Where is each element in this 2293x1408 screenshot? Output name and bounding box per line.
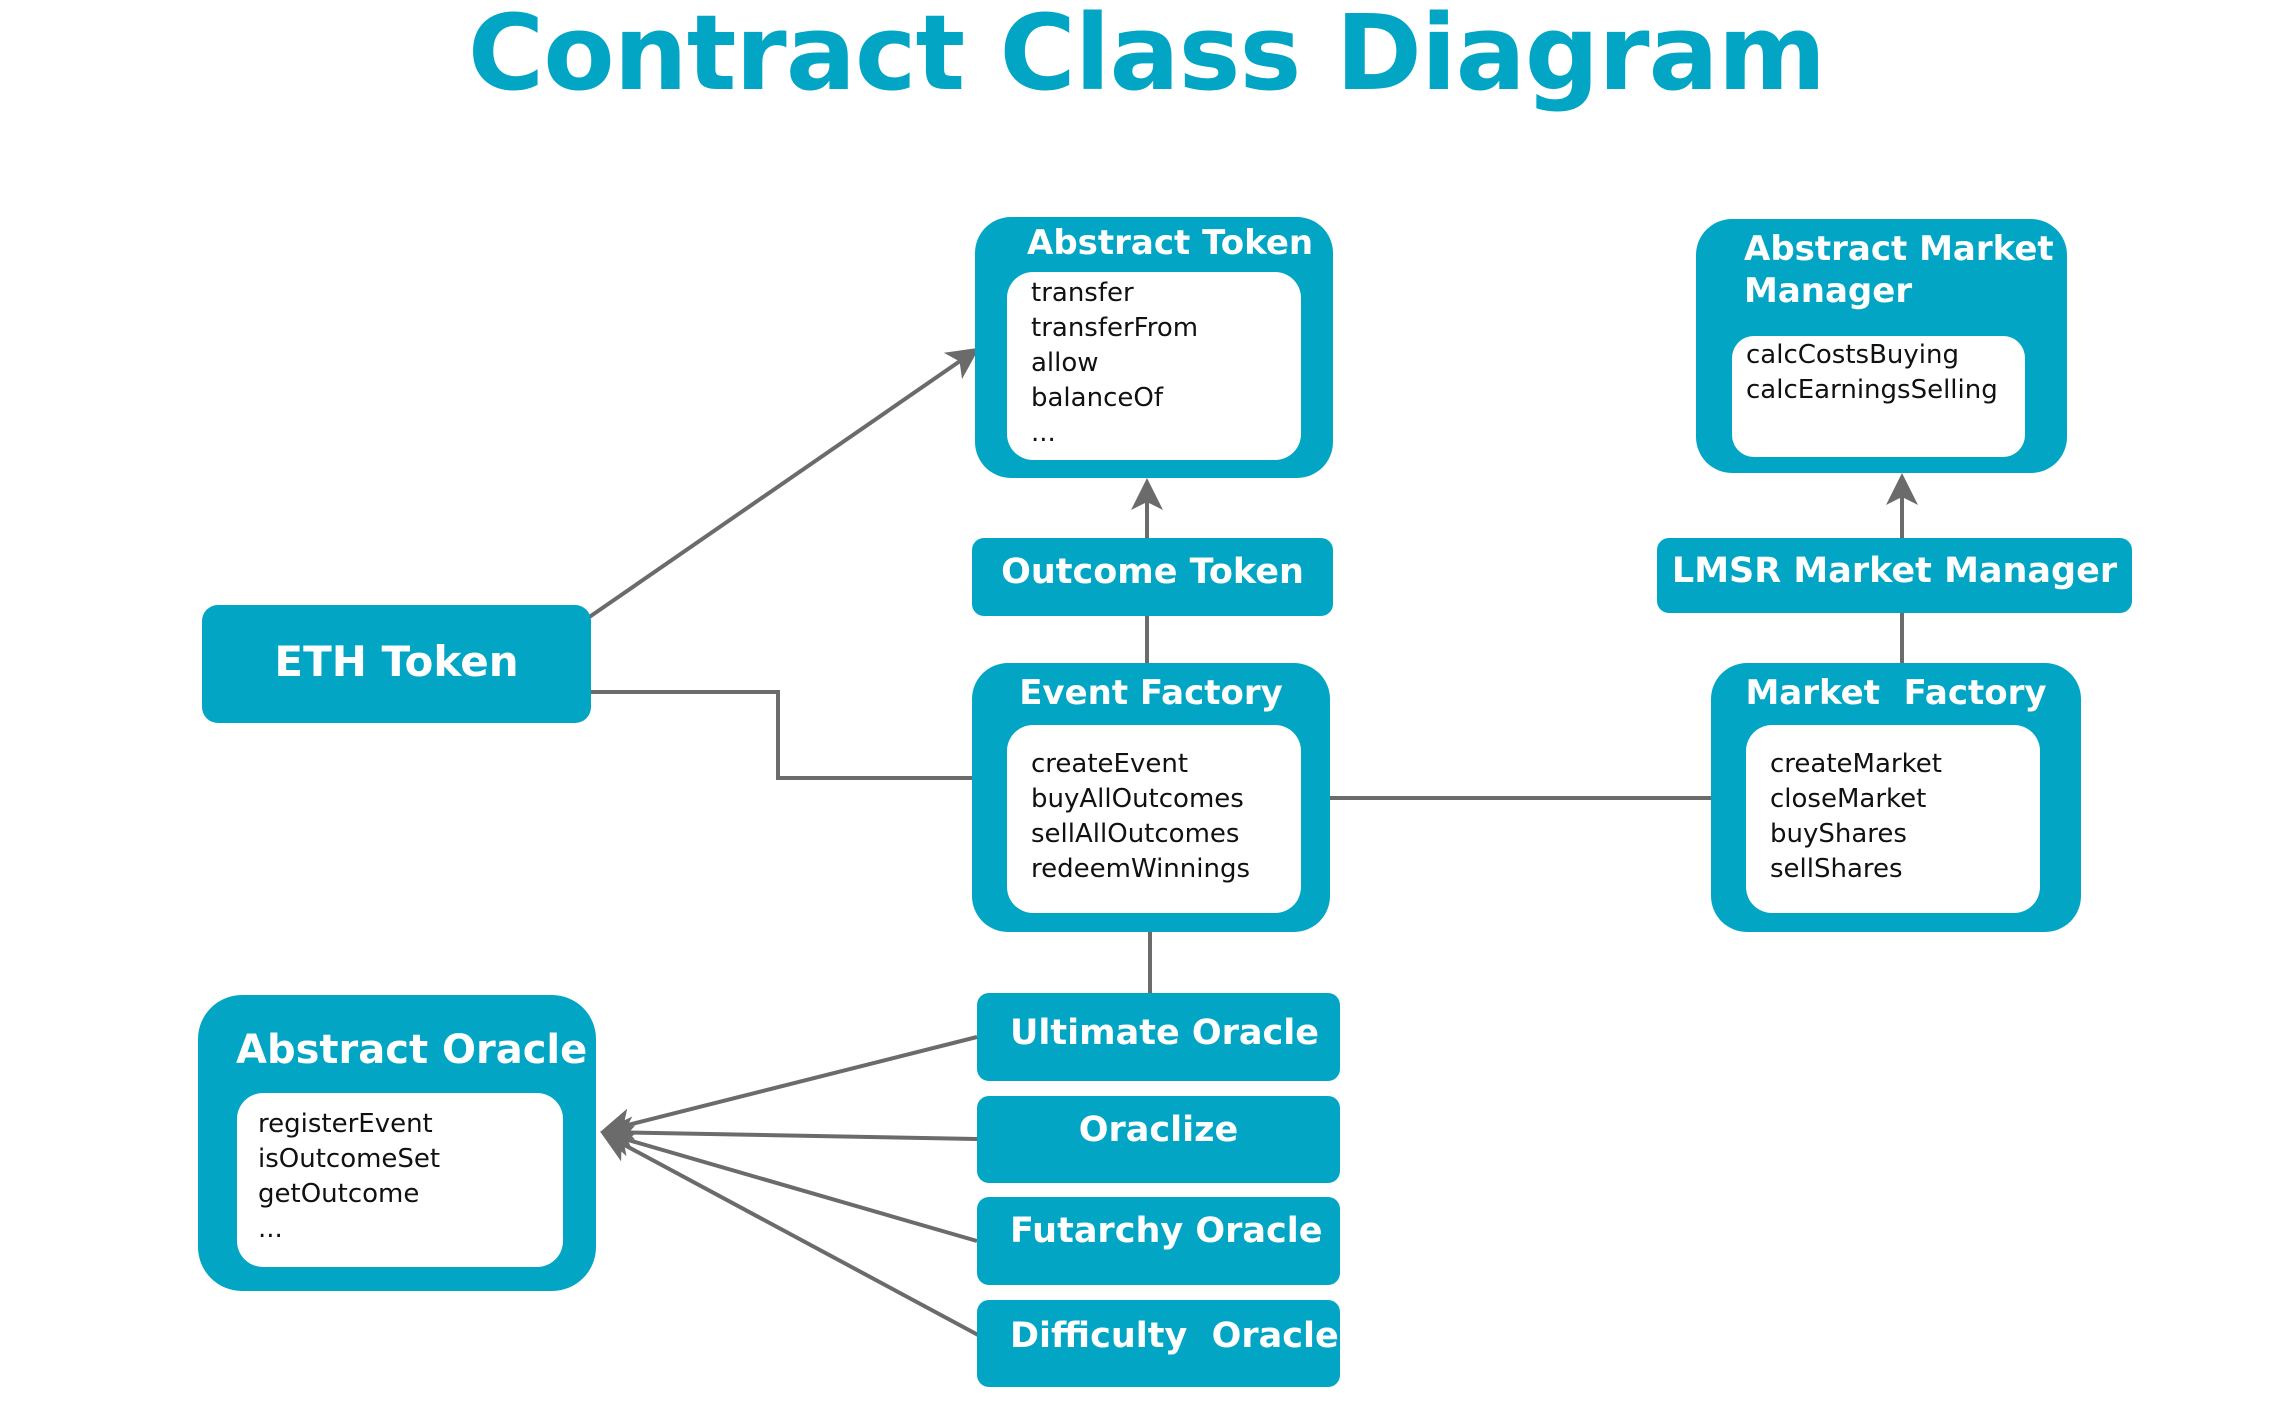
method: redeemWinnings <box>1031 854 1251 884</box>
class-abstract-oracle[interactable]: Abstract Oracle registerEvent isOutcomeS… <box>198 995 596 1291</box>
class-title: Futarchy Oracle <box>1010 1211 1323 1251</box>
class-ultimate-oracle[interactable]: Ultimate Oracle <box>977 993 1340 1081</box>
method: sellShares <box>1770 854 1903 884</box>
class-abstract-market-manager[interactable]: Abstract Market Manager calcCostsBuying … <box>1696 219 2067 473</box>
class-title: Outcome Token <box>1001 552 1304 592</box>
class-title: LMSR Market Manager <box>1671 551 2118 591</box>
class-title: Abstract Oracle <box>236 1027 588 1073</box>
method: createEvent <box>1031 749 1189 779</box>
class-eth-token[interactable]: ETH Token <box>202 605 591 723</box>
class-outcome-token[interactable]: Outcome Token <box>972 538 1333 616</box>
method-list: createEvent buyAllOutcomes sellAllOutcom… <box>1007 725 1301 913</box>
method: balanceOf <box>1031 383 1163 413</box>
class-oraclize[interactable]: Oraclize <box>977 1096 1340 1183</box>
method: allow <box>1031 348 1099 378</box>
class-futarchy-oracle[interactable]: Futarchy Oracle <box>977 1197 1340 1285</box>
method: sellAllOutcomes <box>1031 819 1240 849</box>
method: calcEarningsSelling <box>1746 375 1998 405</box>
edge-eth-to-event-factory <box>591 690 972 780</box>
method: getOutcome <box>258 1179 420 1209</box>
class-abstract-token[interactable]: Abstract Token transfer transferFrom all… <box>975 217 1333 478</box>
method-list: calcCostsBuying calcEarningsSelling <box>1732 336 2025 457</box>
class-title: Market Factory <box>1745 673 2047 713</box>
class-title: Abstract Token <box>1027 223 1314 263</box>
method-list: registerEvent isOutcomeSet getOutcome ..… <box>237 1093 563 1267</box>
method: createMarket <box>1770 749 1942 779</box>
class-title: ETH Token <box>274 637 519 686</box>
class-title: Oraclize <box>1078 1110 1239 1150</box>
method: transferFrom <box>1031 313 1199 343</box>
class-title-line1: Abstract Market <box>1744 229 2054 269</box>
method: buyAllOutcomes <box>1031 784 1244 814</box>
method: ... <box>258 1214 283 1244</box>
class-event-factory[interactable]: Event Factory createEvent buyAllOutcomes… <box>972 663 1330 932</box>
method: calcCostsBuying <box>1746 340 1960 370</box>
edge-eth-to-abstract-token <box>583 347 980 622</box>
method-list: transfer transferFrom allow balanceOf ..… <box>1007 272 1301 460</box>
class-title: Event Factory <box>1019 673 1283 713</box>
method: transfer <box>1031 278 1134 308</box>
page-title: Contract Class Diagram <box>467 0 1826 114</box>
method-list: createMarket closeMarket buyShares sellS… <box>1746 725 2040 913</box>
class-difficulty-oracle[interactable]: Difficulty Oracle <box>977 1300 1340 1387</box>
edge-ultimate-to-abstract-oracle <box>600 1035 978 1140</box>
method: registerEvent <box>258 1109 433 1139</box>
edge-oraclize-to-abstract-oracle <box>600 1116 978 1149</box>
class-title: Difficulty Oracle <box>1010 1316 1339 1356</box>
method: closeMarket <box>1770 784 1927 814</box>
edge-futarchy-to-abstract-oracle <box>600 1125 978 1243</box>
method: buyShares <box>1770 819 1907 849</box>
class-title: Ultimate Oracle <box>1010 1013 1320 1053</box>
class-title-line2: Manager <box>1744 271 1913 311</box>
class-market-factory[interactable]: Market Factory createMarket closeMarket … <box>1711 663 2081 932</box>
edge-difficulty-to-abstract-oracle <box>600 1132 981 1338</box>
class-lmsr-market-manager[interactable]: LMSR Market Manager <box>1657 538 2132 613</box>
method: isOutcomeSet <box>258 1144 441 1174</box>
method: ... <box>1031 418 1056 448</box>
